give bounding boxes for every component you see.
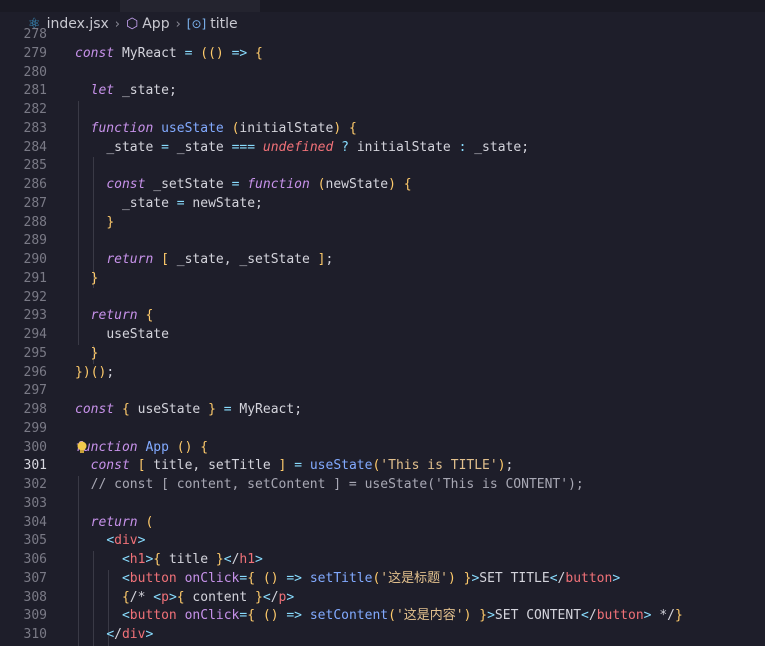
code-text: } <box>90 345 99 361</box>
line-number: 294 <box>23 327 47 342</box>
line-number: 295 <box>23 345 47 361</box>
line-number: 302 <box>23 477 47 492</box>
code-text: {/* <p>{ content }</p> <box>121 589 295 605</box>
code-text: } <box>106 214 115 230</box>
line-number: 306 <box>23 552 47 567</box>
code-line[interactable]: 289 <box>0 232 765 251</box>
code-line[interactable]: 302 // const [ content, setContent ] = u… <box>0 476 765 495</box>
line-number: 283 <box>23 120 47 136</box>
code-line[interactable]: 279 const MyReact = (() => { <box>0 45 765 64</box>
line-number: 309 <box>23 608 47 624</box>
code-line[interactable]: 305 <div> <box>0 532 765 551</box>
code-line[interactable]: 298 const { useState } = MyReact; <box>0 401 765 420</box>
code-line[interactable]: 297 <box>0 382 765 401</box>
code-editor[interactable]: 278 279 const MyReact = (() => { 280 281 let… <box>0 26 765 646</box>
code-text: const { useState } = MyReact; <box>75 402 303 417</box>
code-text: // const [ content, setContent ] = useSt… <box>75 477 584 492</box>
code-line[interactable]: 291 } <box>0 270 765 289</box>
editor-tab-strip <box>0 0 765 12</box>
line-number: 284 <box>23 139 47 155</box>
code-text: _state = newState; <box>121 195 263 211</box>
code-line[interactable]: 286 const _setState = function (newState… <box>0 176 765 195</box>
code-line[interactable]: 278 <box>0 26 765 45</box>
code-text: function App () { <box>75 439 209 455</box>
code-text: _state = _state === undefined ? initialS… <box>106 139 530 155</box>
code-line[interactable]: 295 } <box>0 345 765 364</box>
line-number: 304 <box>23 514 47 530</box>
line-number: 282 <box>23 102 47 117</box>
code-line[interactable]: 296 })(); <box>0 364 765 383</box>
code-line[interactable]: 301 const [ title, setTitle ] = useState… <box>0 457 765 476</box>
code-text: return [ _state, _setState ]; <box>106 252 334 267</box>
line-number: 297 <box>23 383 47 399</box>
code-text: function useState (initialState) { <box>90 120 357 136</box>
line-number: 301 <box>23 458 47 474</box>
code-line[interactable]: 285 <box>0 157 765 176</box>
code-text: </div> <box>106 627 154 642</box>
line-number: 293 <box>23 308 47 324</box>
code-text: <h1>{ title }</h1> <box>121 552 263 567</box>
code-line[interactable]: 282 <box>0 101 765 120</box>
line-number: 307 <box>23 570 47 586</box>
line-number: 296 <box>23 364 47 380</box>
line-number: 292 <box>23 289 47 305</box>
code-text: return { <box>90 308 154 324</box>
code-line[interactable]: 292 <box>0 289 765 308</box>
code-line[interactable]: 309 <button onClick={ () => setContent('… <box>0 607 765 626</box>
code-line[interactable]: 294 useState <box>0 326 765 345</box>
code-text: const [ title, setTitle ] = useState('Th… <box>90 458 514 474</box>
code-line[interactable]: 306 <h1>{ title }</h1> <box>0 551 765 570</box>
code-line[interactable]: 280 <box>0 64 765 83</box>
line-number: 291 <box>23 270 47 286</box>
code-line[interactable]: 281 let _state; <box>0 82 765 101</box>
code-text: <button onClick={ () => setTitle('这是标题')… <box>121 570 621 586</box>
line-number: 310 <box>23 627 47 642</box>
line-number: 285 <box>23 158 47 174</box>
code-text: useState <box>106 327 169 342</box>
line-number: 303 <box>23 495 47 511</box>
line-number: 299 <box>23 420 47 436</box>
code-line[interactable]: 303 <box>0 495 765 514</box>
code-line[interactable]: 287 _state = newState; <box>0 195 765 214</box>
code-line[interactable]: 284 _state = _state === undefined ? init… <box>0 139 765 158</box>
line-number: 298 <box>23 402 47 417</box>
code-line[interactable]: 290 return [ _state, _setState ]; <box>0 251 765 270</box>
code-line[interactable]: 308 {/* <p>{ content }</p> <box>0 589 765 608</box>
line-number: 308 <box>23 589 47 605</box>
code-line[interactable]: 293 return { <box>0 307 765 326</box>
code-line[interactable]: 283 function useState (initialState) { <box>0 120 765 139</box>
line-number: 279 <box>23 45 47 61</box>
code-text: let _state; <box>90 83 177 99</box>
line-number: 286 <box>23 177 47 192</box>
line-number: 281 <box>23 83 47 99</box>
code-line[interactable]: 288 } <box>0 214 765 233</box>
code-line[interactable]: 307 <button onClick={ () => setTitle('这是… <box>0 570 765 589</box>
line-number: 288 <box>23 214 47 230</box>
line-number: 278 <box>23 27 47 42</box>
code-text: const MyReact = (() => { <box>75 45 263 61</box>
line-number: 280 <box>23 64 47 80</box>
code-text: return ( <box>90 514 154 530</box>
line-number: 305 <box>23 533 47 549</box>
code-text: const _setState = function (newState) { <box>106 177 412 192</box>
line-number: 290 <box>23 252 47 267</box>
line-number: 287 <box>23 195 47 211</box>
code-text: <button onClick={ () => setContent('这是内容… <box>121 608 683 624</box>
line-number: 300 <box>23 439 47 455</box>
code-line[interactable]: 300 function App () { <box>0 439 765 458</box>
code-text: } <box>90 270 99 286</box>
code-line[interactable]: 299 <box>0 420 765 439</box>
code-text: })(); <box>75 364 115 380</box>
line-number: 289 <box>23 233 47 249</box>
code-text: <div> <box>106 533 146 549</box>
editor-tab[interactable] <box>120 0 260 12</box>
code-line[interactable]: 304 return ( <box>0 514 765 533</box>
code-line[interactable]: 310 </div> <box>0 626 765 645</box>
